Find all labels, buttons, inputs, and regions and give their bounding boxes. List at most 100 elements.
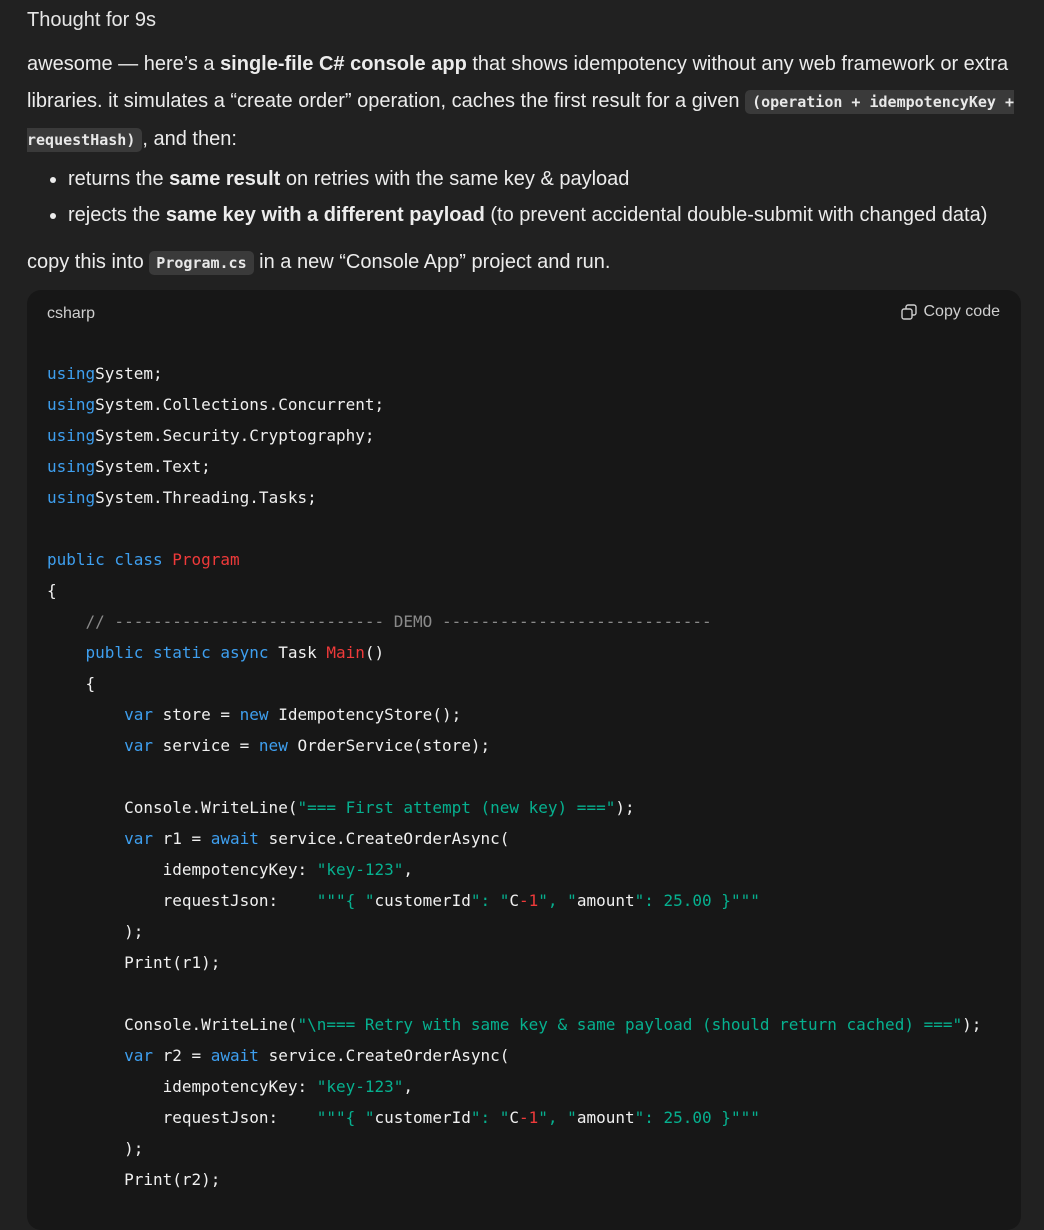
code-token: "key-123" bbox=[316, 860, 404, 879]
instruction-paragraph: copy this into Program.cs in a new “Cons… bbox=[27, 244, 1027, 282]
code-token: using bbox=[47, 426, 96, 445]
code-line: usingSystem.Threading.Tasks; bbox=[47, 482, 981, 513]
code-token: Program bbox=[172, 550, 240, 569]
code-token: new bbox=[258, 736, 298, 755]
behavior-bullet-list: returns the same result on retries with … bbox=[27, 161, 1044, 233]
code-token: var bbox=[47, 829, 163, 848]
code-token: service.CreateOrderAsync( bbox=[268, 829, 510, 848]
code-token: var bbox=[47, 1046, 163, 1065]
bullet-text: (to prevent accidental double-submit wit… bbox=[484, 204, 988, 226]
copy-icon bbox=[900, 303, 918, 321]
code-line: Print(r2); bbox=[47, 1164, 981, 1195]
code-token: Task bbox=[278, 643, 327, 662]
code-line: Console.WriteLine("\n=== Retry with same… bbox=[47, 1009, 981, 1040]
code-token: requestJson: bbox=[47, 891, 317, 910]
code-token: Console.WriteLine( bbox=[47, 1015, 298, 1034]
code-token: await bbox=[210, 1046, 269, 1065]
code-token: using bbox=[47, 395, 96, 414]
instruction-text-1: copy this into bbox=[27, 251, 150, 273]
code-token: """{ " bbox=[316, 1108, 375, 1127]
code-token: ); bbox=[615, 798, 635, 817]
code-token: public class bbox=[47, 550, 173, 569]
copy-code-label: Copy code bbox=[923, 303, 1001, 320]
code-token: ", " bbox=[538, 1108, 577, 1127]
code-line: requestJson: """{ "customerId": "C-1", "… bbox=[47, 885, 981, 916]
code-block: csharp Copy code usingSystem; usingSystem… bbox=[27, 290, 1021, 1230]
list-item: rejects the same key with a different pa… bbox=[68, 197, 1044, 233]
intro-bold-text: single-file C# console app bbox=[220, 53, 467, 75]
code-line: var r1 = await service.CreateOrderAsync( bbox=[47, 823, 981, 854]
code-token: idempotencyKey: bbox=[47, 1077, 317, 1096]
code-token: amount bbox=[576, 1108, 635, 1127]
code-token: System.Text; bbox=[95, 457, 211, 476]
code-token: OrderService(store); bbox=[297, 736, 491, 755]
code-token: ", " bbox=[538, 891, 577, 910]
bullet-bold-text: same result bbox=[169, 168, 281, 190]
list-item: returns the same result on retries with … bbox=[68, 161, 1044, 197]
thought-duration-label[interactable]: Thought for 9s bbox=[27, 9, 156, 32]
code-token: ); bbox=[47, 1139, 144, 1158]
code-token: Main bbox=[326, 643, 365, 662]
code-token: System.Collections.Concurrent; bbox=[95, 395, 385, 414]
code-token: Print(r1); bbox=[47, 953, 221, 972]
code-token: store = bbox=[162, 705, 240, 724]
bullet-text: on retries with the same key & payload bbox=[280, 168, 630, 190]
code-token: () bbox=[364, 643, 385, 662]
code-token: "=== First attempt (new key) ===" bbox=[297, 798, 616, 817]
code-language-label: csharp bbox=[47, 305, 96, 322]
intro-text-1: awesome — here’s a bbox=[27, 53, 221, 75]
code-token: ); bbox=[962, 1015, 982, 1034]
code-token: customerId bbox=[374, 1108, 471, 1127]
intro-text-3: , and then: bbox=[142, 128, 237, 150]
code-line: var service = new OrderService(store); bbox=[47, 730, 981, 761]
code-line: ); bbox=[47, 1133, 981, 1164]
code-token: Console.WriteLine( bbox=[47, 798, 298, 817]
code-token: requestJson: bbox=[47, 1108, 317, 1127]
instruction-text-2: in a new “Console App” project and run. bbox=[253, 251, 611, 273]
code-token: , bbox=[403, 860, 414, 879]
code-token: "\n=== Retry with same key & same payloa… bbox=[297, 1015, 963, 1034]
code-line: public class Program bbox=[47, 544, 981, 575]
code-line: var store = new IdempotencyStore(); bbox=[47, 699, 981, 730]
code-token: public static async bbox=[47, 643, 279, 662]
code-line: Print(r1); bbox=[47, 947, 981, 978]
code-token: amount bbox=[576, 891, 635, 910]
code-token: new bbox=[239, 705, 279, 724]
code-line: Console.WriteLine("=== First attempt (ne… bbox=[47, 792, 981, 823]
code-line: idempotencyKey: "key-123", bbox=[47, 854, 981, 885]
code-line: { bbox=[47, 575, 981, 606]
code-token: // ---------------------------- DEMO ---… bbox=[47, 612, 712, 631]
code-line: usingSystem.Security.Cryptography; bbox=[47, 420, 981, 451]
code-content[interactable]: usingSystem; usingSystem.Collections.Conc… bbox=[47, 358, 981, 1195]
code-token: -1 bbox=[519, 891, 539, 910]
code-line: var r2 = await service.CreateOrderAsync( bbox=[47, 1040, 981, 1071]
code-token: r1 = bbox=[162, 829, 211, 848]
code-token: IdempotencyStore(); bbox=[278, 705, 462, 724]
code-token: Print(r2); bbox=[47, 1170, 221, 1189]
code-token: C bbox=[509, 891, 520, 910]
code-token: """{ " bbox=[316, 891, 375, 910]
code-token: service.CreateOrderAsync( bbox=[268, 1046, 510, 1065]
code-token: ": " bbox=[470, 1108, 510, 1127]
code-token: { bbox=[47, 581, 57, 600]
code-token: service = bbox=[162, 736, 259, 755]
code-token: using bbox=[47, 364, 96, 383]
code-line: usingSystem; bbox=[47, 358, 981, 389]
code-token: using bbox=[47, 488, 96, 507]
code-token: ": " bbox=[470, 891, 510, 910]
code-token: "key-123" bbox=[316, 1077, 404, 1096]
code-token: System; bbox=[95, 364, 163, 383]
bullet-bold-text: same key with a different payload bbox=[165, 204, 485, 226]
code-token: customerId bbox=[374, 891, 471, 910]
copy-code-button[interactable]: Copy code bbox=[900, 303, 1001, 321]
code-line: // ---------------------------- DEMO ---… bbox=[47, 606, 981, 637]
code-token: -1 bbox=[519, 1108, 539, 1127]
code-token: System.Security.Cryptography; bbox=[95, 426, 375, 445]
code-token: var bbox=[47, 705, 163, 724]
inline-code-filename: Program.cs bbox=[149, 251, 254, 275]
code-token: r2 = bbox=[162, 1046, 211, 1065]
code-line: requestJson: """{ "customerId": "C-1", "… bbox=[47, 1102, 981, 1133]
